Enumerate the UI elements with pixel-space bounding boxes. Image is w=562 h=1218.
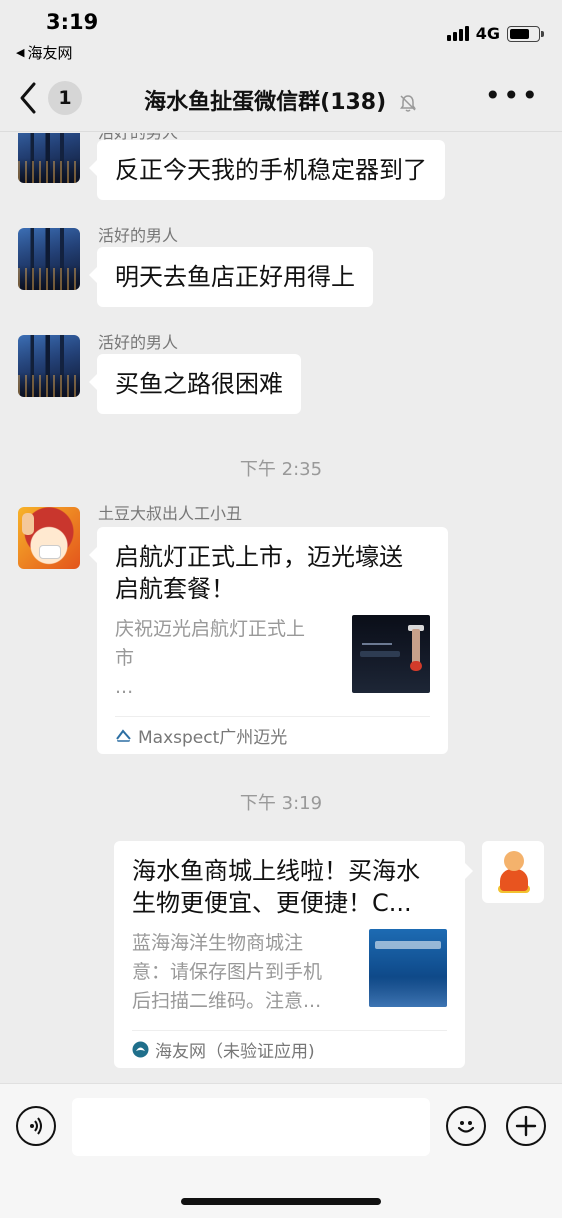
message-bubble[interactable]: 明天去鱼店正好用得上 (89, 247, 373, 307)
back-app-label: 海友网 (27, 44, 73, 62)
link-card-source-name: Maxspect广州迈光 (138, 728, 288, 748)
network-type: 4G (475, 24, 500, 43)
timestamp-separator: 下午 3:19 (239, 793, 323, 814)
link-card-title: 启航灯正式上市，迈光壕送 启航套餐！ (115, 543, 403, 603)
link-card-description: 庆祝迈光启航灯正式上 市 ... (115, 618, 306, 698)
status-time: 3:19 (46, 10, 99, 34)
cellular-signal-icon (446, 26, 469, 41)
status-indicators: 4G (446, 24, 544, 43)
haiyou-logo-icon (132, 1041, 149, 1058)
sender-avatar[interactable] (18, 133, 80, 183)
link-card-source: Maxspect广州迈光 (115, 716, 430, 754)
sender-name: 土豆大叔出人工小丑 (98, 504, 243, 523)
chat-title: 海水鱼扯蛋微信群(138) (0, 84, 562, 116)
sender-name: 活好的男人 (98, 333, 179, 352)
wechat-group-chat-screen: 3:19 ◀ 海友网 4G 1 海水鱼扯蛋微信群(138) ••• 反正今天我的… (0, 0, 562, 1218)
back-triangle-icon: ◀ (16, 46, 25, 59)
plus-button[interactable] (506, 1106, 546, 1146)
link-card-body: 蓝海海洋生物商城注 意：请保存图片到手机 后扫描二维码。注意... (132, 929, 447, 1016)
nav-bar: 1 海水鱼扯蛋微信群(138) ••• (0, 70, 562, 132)
voice-button[interactable] (16, 1106, 56, 1146)
link-card-source-name: 海友网（未验证应用) (155, 1042, 315, 1062)
voice-icon (30, 1117, 42, 1135)
home-indicator[interactable] (181, 1198, 381, 1205)
link-card[interactable]: 海水鱼商城上线啦！买海水 生物更便宜、更便捷！C... 蓝海海洋生物商城注 意：… (114, 841, 473, 1068)
link-card-thumbnail (352, 615, 430, 693)
bell-muted-icon (399, 95, 416, 112)
sender-avatar[interactable] (18, 507, 80, 569)
my-avatar[interactable] (482, 841, 544, 903)
plus-icon (515, 1115, 537, 1137)
link-card[interactable]: 启航灯正式上市，迈光壕送 启航套餐！ 庆祝迈光启航灯正式上 市 ... Maxs… (89, 527, 448, 754)
maxspect-logo-icon (116, 729, 131, 742)
message-list[interactable]: 活好的男人 反正今天我的手机稳定器到了 活好的男人 明天去鱼店正好用得上 活好的… (0, 133, 562, 1083)
emoji-button[interactable] (446, 1106, 486, 1146)
timestamp-separator: 下午 2:35 (239, 459, 323, 480)
link-card-body: 庆祝迈光启航灯正式上 市 ... (115, 615, 430, 702)
message-input[interactable] (72, 1098, 430, 1156)
sender-name: 活好的男人 (98, 226, 179, 245)
back-to-app-link[interactable]: ◀ 海友网 (16, 42, 72, 63)
link-card-thumbnail (369, 929, 447, 1007)
sender-avatar[interactable] (18, 335, 80, 397)
link-card-title: 海水鱼商城上线啦！买海水 生物更便宜、更便捷！C... (132, 857, 420, 917)
sender-avatar[interactable] (18, 228, 80, 290)
link-card-description: 蓝海海洋生物商城注 意：请保存图片到手机 后扫描二维码。注意... (132, 932, 323, 1012)
emoji-icon (457, 1121, 475, 1133)
battery-icon (507, 25, 544, 42)
message-bubble[interactable]: 买鱼之路很困难 (89, 354, 301, 414)
message-bubble[interactable]: 反正今天我的手机稳定器到了 (89, 140, 445, 200)
chat-title-text: 海水鱼扯蛋微信群(138) (144, 90, 387, 115)
more-options-button[interactable]: ••• (484, 82, 540, 110)
link-card-source: 海友网（未验证应用) (132, 1030, 447, 1068)
status-bar: 3:19 ◀ 海友网 4G (0, 0, 562, 70)
